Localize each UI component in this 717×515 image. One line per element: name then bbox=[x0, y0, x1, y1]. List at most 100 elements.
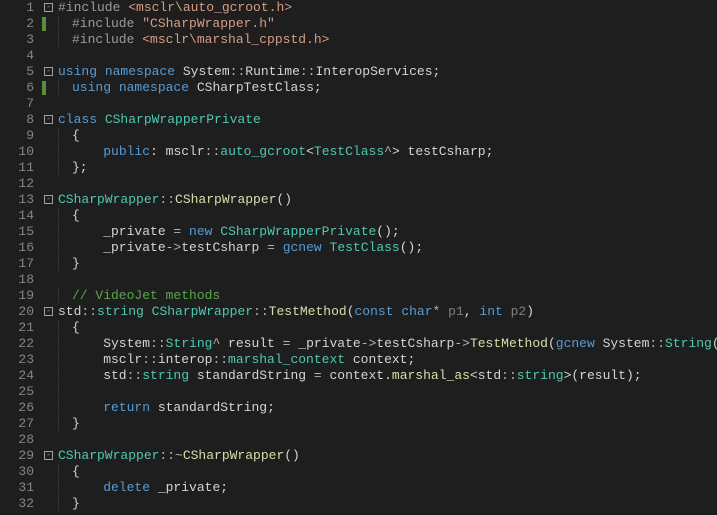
token-op: = bbox=[314, 368, 322, 383]
code-line[interactable]: } bbox=[58, 496, 717, 512]
fold-toggle-icon[interactable]: - bbox=[44, 451, 53, 460]
token-str: <msclr\marshal_cppstd.h> bbox=[142, 32, 329, 47]
token-kw: return bbox=[103, 400, 150, 415]
line-number: 30 bbox=[0, 464, 34, 480]
code-line[interactable]: { bbox=[58, 320, 717, 336]
line-number: 7 bbox=[0, 96, 34, 112]
code-line[interactable] bbox=[58, 432, 717, 448]
line-number: 16 bbox=[0, 240, 34, 256]
token-id bbox=[97, 64, 105, 79]
token-pn: ; bbox=[220, 480, 228, 495]
token-id: _private bbox=[72, 240, 166, 255]
line-number-gutter: 1234567891011121314151617181920212223242… bbox=[0, 0, 44, 515]
code-line[interactable]: #include <msclr\auto_gcroot.h> bbox=[58, 0, 717, 16]
code-line[interactable] bbox=[58, 96, 717, 112]
code-line[interactable]: public: msclr::auto_gcroot<TestClass^> t… bbox=[58, 144, 717, 160]
code-line[interactable] bbox=[58, 48, 717, 64]
code-line[interactable]: class CSharpWrapperPrivate bbox=[58, 112, 717, 128]
token-op: :: bbox=[205, 144, 221, 159]
token-cmt: // VideoJet methods bbox=[72, 288, 220, 303]
token-id: testCsharp bbox=[400, 144, 486, 159]
line-number: 14 bbox=[0, 208, 34, 224]
code-line[interactable]: delete _private; bbox=[58, 480, 717, 496]
token-id: _private bbox=[290, 336, 360, 351]
line-number: 19 bbox=[0, 288, 34, 304]
token-typ: marshal_context bbox=[228, 352, 345, 367]
indent-guide bbox=[58, 160, 59, 176]
code-line[interactable]: _private->testCsharp = gcnew TestClass()… bbox=[58, 240, 717, 256]
code-line[interactable]: #include "CSharpWrapper.h" bbox=[58, 16, 717, 32]
code-line[interactable]: return standardString; bbox=[58, 400, 717, 416]
token-kw: namespace bbox=[119, 80, 189, 95]
token-typ: CSharpWrapper bbox=[58, 448, 159, 463]
code-line[interactable]: CSharpWrapper::CSharpWrapper() bbox=[58, 192, 717, 208]
code-line[interactable]: }; bbox=[58, 160, 717, 176]
token-fn: marshal_as bbox=[392, 368, 470, 383]
code-line[interactable]: { bbox=[58, 464, 717, 480]
token-op: :: bbox=[142, 352, 158, 367]
token-kw: gcnew bbox=[556, 336, 595, 351]
token-typ: CSharpWrapper bbox=[58, 192, 159, 207]
token-id: System bbox=[72, 336, 150, 351]
fold-toggle-icon[interactable]: - bbox=[44, 67, 53, 76]
code-line[interactable]: std::string standardString = context.mar… bbox=[58, 368, 717, 384]
code-line[interactable]: using namespace System::Runtime::Interop… bbox=[58, 64, 717, 80]
fold-toggle-icon[interactable]: - bbox=[44, 195, 53, 204]
indent-guide bbox=[58, 464, 59, 480]
code-line[interactable]: CSharpWrapper::~CSharpWrapper() bbox=[58, 448, 717, 464]
code-line[interactable] bbox=[58, 384, 717, 400]
token-pn: ( bbox=[347, 304, 355, 319]
token-id bbox=[181, 224, 189, 239]
code-line[interactable]: System::String^ result = _private->testC… bbox=[58, 336, 717, 352]
indent-guide bbox=[58, 416, 59, 432]
line-number: 21 bbox=[0, 320, 34, 336]
code-line[interactable]: } bbox=[58, 256, 717, 272]
token-str: <msclr\auto_gcroot.h> bbox=[128, 0, 292, 15]
line-number: 32 bbox=[0, 496, 34, 512]
token-id bbox=[72, 144, 103, 159]
token-typ: String bbox=[665, 336, 712, 351]
code-line[interactable]: using namespace CSharpTestClass; bbox=[58, 80, 717, 96]
code-editor[interactable]: #include <msclr\auto_gcroot.h>#include "… bbox=[58, 0, 717, 515]
code-line[interactable] bbox=[58, 176, 717, 192]
token-id: context bbox=[322, 368, 384, 383]
indent-guide bbox=[58, 480, 59, 496]
code-line[interactable] bbox=[58, 272, 717, 288]
indent-guide bbox=[58, 16, 59, 32]
indent-guide bbox=[58, 144, 59, 160]
token-pn: < bbox=[470, 368, 478, 383]
token-pn: : bbox=[150, 144, 158, 159]
token-kw: namespace bbox=[105, 64, 175, 79]
fold-toggle-icon[interactable]: - bbox=[44, 3, 53, 12]
token-pn: () bbox=[284, 448, 300, 463]
token-id bbox=[275, 240, 283, 255]
token-id: _private bbox=[150, 480, 220, 495]
fold-toggle-icon[interactable]: - bbox=[44, 115, 53, 124]
token-id: context bbox=[345, 352, 407, 367]
token-pn: ); bbox=[626, 368, 642, 383]
token-par: p2 bbox=[511, 304, 527, 319]
line-number: 1 bbox=[0, 0, 34, 16]
code-line[interactable]: msclr::interop::marshal_context context; bbox=[58, 352, 717, 368]
token-id: System bbox=[595, 336, 650, 351]
code-line[interactable]: // VideoJet methods bbox=[58, 288, 717, 304]
indent-guide bbox=[58, 240, 59, 256]
token-pn: < bbox=[306, 144, 314, 159]
code-line[interactable]: #include <msclr\marshal_cppstd.h> bbox=[58, 32, 717, 48]
indent-guide bbox=[58, 80, 59, 96]
code-line[interactable]: _private = new CSharpWrapperPrivate(); bbox=[58, 224, 717, 240]
token-id bbox=[72, 480, 103, 495]
indent-guide bbox=[58, 352, 59, 368]
code-line[interactable]: { bbox=[58, 128, 717, 144]
token-id: System bbox=[175, 64, 230, 79]
line-number: 12 bbox=[0, 176, 34, 192]
token-typ: string bbox=[97, 304, 144, 319]
token-kw: public bbox=[103, 144, 150, 159]
token-id: _private bbox=[72, 224, 173, 239]
code-line[interactable]: } bbox=[58, 416, 717, 432]
fold-toggle-icon[interactable]: - bbox=[44, 307, 53, 316]
line-number: 11 bbox=[0, 160, 34, 176]
token-pn: , bbox=[464, 304, 480, 319]
code-line[interactable]: std::string CSharpWrapper::TestMethod(co… bbox=[58, 304, 717, 320]
code-line[interactable]: { bbox=[58, 208, 717, 224]
